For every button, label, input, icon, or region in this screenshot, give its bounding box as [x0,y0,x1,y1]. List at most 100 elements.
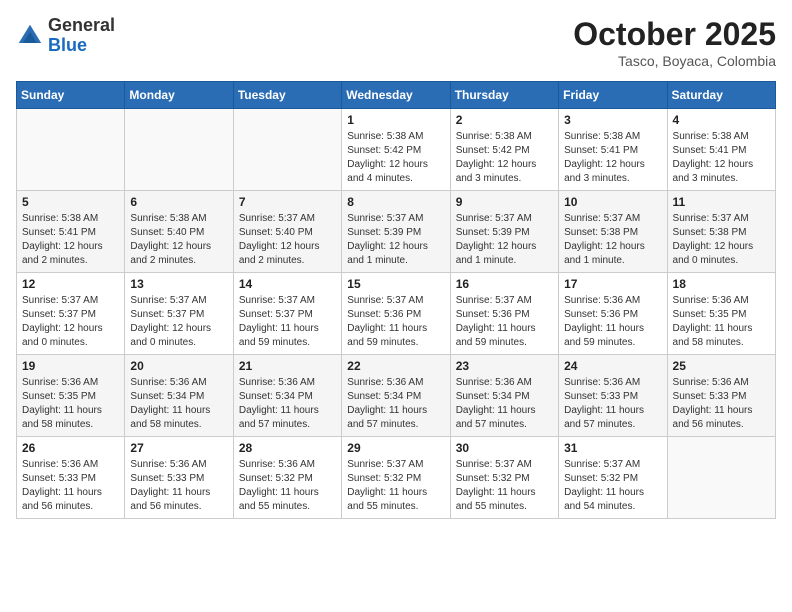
day-info: Sunrise: 5:38 AM Sunset: 5:41 PM Dayligh… [673,130,770,186]
logo-text: General Blue [48,16,115,56]
day-number: 5 [22,195,119,209]
day-info: Sunrise: 5:36 AM Sunset: 5:34 PM Dayligh… [130,376,227,432]
calendar-cell: 5 Sunrise: 5:38 AM Sunset: 5:41 PM Daylig… [17,191,125,273]
weekday-header-thursday: Thursday [450,82,558,109]
day-number: 28 [239,441,336,455]
calendar-cell: 7 Sunrise: 5:37 AM Sunset: 5:40 PM Daylig… [233,191,341,273]
day-number: 22 [347,359,444,373]
calendar-cell: 8 Sunrise: 5:37 AM Sunset: 5:39 PM Daylig… [342,191,450,273]
day-number: 7 [239,195,336,209]
day-number: 19 [22,359,119,373]
location: Tasco, Boyaca, Colombia [573,53,776,69]
day-info: Sunrise: 5:37 AM Sunset: 5:38 PM Dayligh… [564,212,661,268]
title-section: October 2025 Tasco, Boyaca, Colombia [573,16,776,69]
day-info: Sunrise: 5:37 AM Sunset: 5:32 PM Dayligh… [564,458,661,514]
calendar-week-row: 12 Sunrise: 5:37 AM Sunset: 5:37 PM Dayli… [17,273,776,355]
day-number: 14 [239,277,336,291]
weekday-header-monday: Monday [125,82,233,109]
calendar-cell: 21 Sunrise: 5:36 AM Sunset: 5:34 PM Dayli… [233,355,341,437]
day-info: Sunrise: 5:37 AM Sunset: 5:40 PM Dayligh… [239,212,336,268]
weekday-header-tuesday: Tuesday [233,82,341,109]
day-info: Sunrise: 5:36 AM Sunset: 5:36 PM Dayligh… [564,294,661,350]
calendar-table: SundayMondayTuesdayWednesdayThursdayFrid… [16,81,776,519]
day-number: 30 [456,441,553,455]
day-number: 12 [22,277,119,291]
calendar-cell: 6 Sunrise: 5:38 AM Sunset: 5:40 PM Daylig… [125,191,233,273]
day-number: 29 [347,441,444,455]
calendar-cell: 16Sunrise: 5:37 AM Sunset: 5:36 PM Dayli… [450,273,558,355]
calendar-cell: 24Sunrise: 5:36 AM Sunset: 5:33 PM Dayli… [559,355,667,437]
day-info: Sunrise: 5:37 AM Sunset: 5:38 PM Dayligh… [673,212,770,268]
day-number: 4 [673,113,770,127]
calendar-cell: 14 Sunrise: 5:37 AM Sunset: 5:37 PM Dayli… [233,273,341,355]
calendar-cell: 20Sunrise: 5:36 AM Sunset: 5:34 PM Dayli… [125,355,233,437]
day-info: Sunrise: 5:38 AM Sunset: 5:41 PM Dayligh… [564,130,661,186]
calendar-cell: 12Sunrise: 5:37 AM Sunset: 5:37 PM Dayli… [17,273,125,355]
day-number: 9 [456,195,553,209]
weekday-header-sunday: Sunday [17,82,125,109]
calendar-cell: 27 Sunrise: 5:36 AM Sunset: 5:33 PM Dayli… [125,437,233,519]
day-info: Sunrise: 5:36 AM Sunset: 5:34 PM Dayligh… [347,376,444,432]
logo-icon [16,22,44,50]
day-info: Sunrise: 5:37 AM Sunset: 5:36 PM Dayligh… [347,294,444,350]
weekday-header-wednesday: Wednesday [342,82,450,109]
day-number: 21 [239,359,336,373]
day-info: Sunrise: 5:36 AM Sunset: 5:35 PM Dayligh… [673,294,770,350]
day-info: Sunrise: 5:38 AM Sunset: 5:41 PM Dayligh… [22,212,119,268]
day-number: 15 [347,277,444,291]
day-info: Sunrise: 5:36 AM Sunset: 5:34 PM Dayligh… [239,376,336,432]
calendar-week-row: 1 Sunrise: 5:38 AM Sunset: 5:42 PM Daylig… [17,109,776,191]
day-info: Sunrise: 5:38 AM Sunset: 5:40 PM Dayligh… [130,212,227,268]
day-info: Sunrise: 5:36 AM Sunset: 5:32 PM Dayligh… [239,458,336,514]
calendar-cell: 4 Sunrise: 5:38 AM Sunset: 5:41 PM Daylig… [667,109,775,191]
day-info: Sunrise: 5:36 AM Sunset: 5:33 PM Dayligh… [22,458,119,514]
day-number: 18 [673,277,770,291]
calendar-cell [667,437,775,519]
calendar-cell: 31 Sunrise: 5:37 AM Sunset: 5:32 PM Dayli… [559,437,667,519]
day-info: Sunrise: 5:36 AM Sunset: 5:33 PM Dayligh… [564,376,661,432]
calendar-cell: 11 Sunrise: 5:37 AM Sunset: 5:38 PM Dayli… [667,191,775,273]
day-number: 27 [130,441,227,455]
day-info: Sunrise: 5:37 AM Sunset: 5:32 PM Dayligh… [456,458,553,514]
calendar-cell: 2Sunrise: 5:38 AM Sunset: 5:42 PM Daylig… [450,109,558,191]
day-number: 1 [347,113,444,127]
day-info: Sunrise: 5:37 AM Sunset: 5:32 PM Dayligh… [347,458,444,514]
calendar-cell: 1 Sunrise: 5:38 AM Sunset: 5:42 PM Daylig… [342,109,450,191]
calendar-cell: 18 Sunrise: 5:36 AM Sunset: 5:35 PM Dayli… [667,273,775,355]
calendar-cell: 22 Sunrise: 5:36 AM Sunset: 5:34 PM Dayli… [342,355,450,437]
day-info: Sunrise: 5:37 AM Sunset: 5:39 PM Dayligh… [456,212,553,268]
day-info: Sunrise: 5:36 AM Sunset: 5:35 PM Dayligh… [22,376,119,432]
page-header: General Blue October 2025 Tasco, Boyaca,… [16,16,776,69]
calendar-cell: 25Sunrise: 5:36 AM Sunset: 5:33 PM Dayli… [667,355,775,437]
day-info: Sunrise: 5:37 AM Sunset: 5:36 PM Dayligh… [456,294,553,350]
logo: General Blue [16,16,115,56]
day-info: Sunrise: 5:38 AM Sunset: 5:42 PM Dayligh… [347,130,444,186]
calendar-cell: 28 Sunrise: 5:36 AM Sunset: 5:32 PM Dayli… [233,437,341,519]
day-number: 11 [673,195,770,209]
day-number: 6 [130,195,227,209]
day-number: 13 [130,277,227,291]
day-number: 23 [456,359,553,373]
calendar-cell: 17 Sunrise: 5:36 AM Sunset: 5:36 PM Dayli… [559,273,667,355]
day-info: Sunrise: 5:37 AM Sunset: 5:39 PM Dayligh… [347,212,444,268]
calendar-week-row: 26Sunrise: 5:36 AM Sunset: 5:33 PM Dayli… [17,437,776,519]
calendar-week-row: 19 Sunrise: 5:36 AM Sunset: 5:35 PM Dayli… [17,355,776,437]
calendar-week-row: 5 Sunrise: 5:38 AM Sunset: 5:41 PM Daylig… [17,191,776,273]
day-info: Sunrise: 5:36 AM Sunset: 5:33 PM Dayligh… [130,458,227,514]
day-number: 10 [564,195,661,209]
calendar-cell: 26Sunrise: 5:36 AM Sunset: 5:33 PM Dayli… [17,437,125,519]
day-number: 3 [564,113,661,127]
day-number: 17 [564,277,661,291]
weekday-header-saturday: Saturday [667,82,775,109]
day-info: Sunrise: 5:38 AM Sunset: 5:42 PM Dayligh… [456,130,553,186]
month-title: October 2025 [573,16,776,53]
calendar-cell: 29 Sunrise: 5:37 AM Sunset: 5:32 PM Dayli… [342,437,450,519]
day-number: 31 [564,441,661,455]
day-info: Sunrise: 5:37 AM Sunset: 5:37 PM Dayligh… [239,294,336,350]
calendar-cell: 3 Sunrise: 5:38 AM Sunset: 5:41 PM Daylig… [559,109,667,191]
day-number: 25 [673,359,770,373]
calendar-cell [233,109,341,191]
calendar-cell: 10 Sunrise: 5:37 AM Sunset: 5:38 PM Dayli… [559,191,667,273]
day-number: 8 [347,195,444,209]
weekday-header-friday: Friday [559,82,667,109]
